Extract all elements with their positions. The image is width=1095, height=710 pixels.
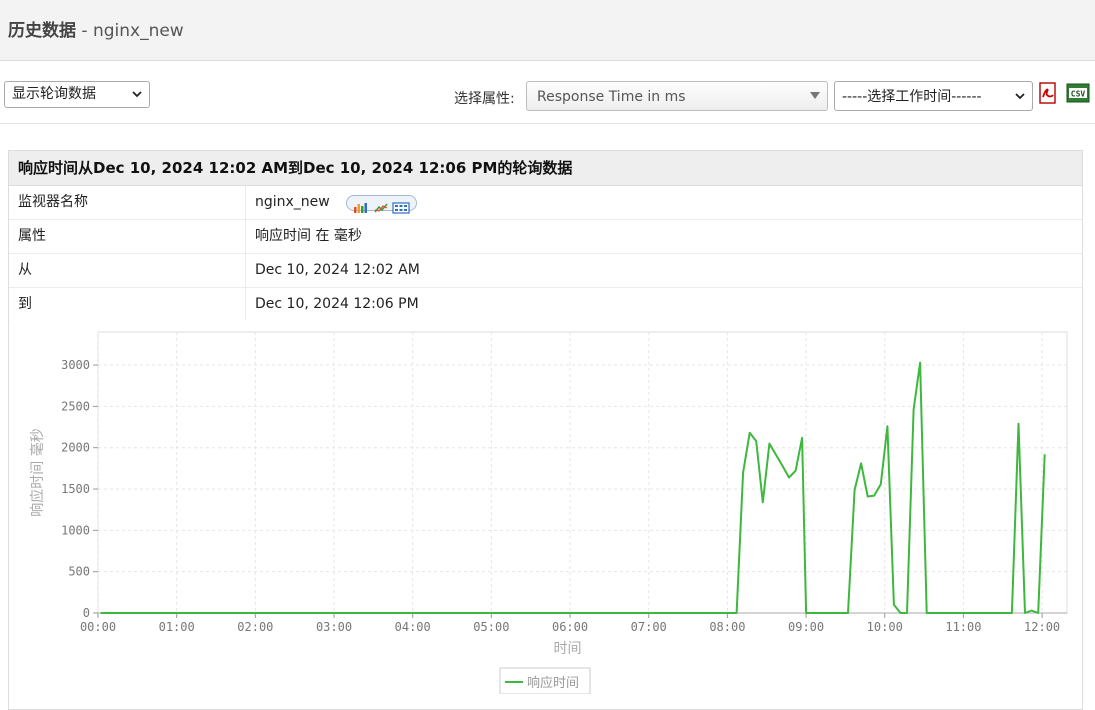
x-tick-label: 06:00 (552, 620, 588, 634)
x-tick-label: 10:00 (867, 620, 903, 634)
triangle-down-icon (809, 82, 821, 123)
y-axis-label: 响应时间 毫秒 (29, 428, 46, 516)
x-tick-label: 05:00 (473, 620, 509, 634)
y-tick-label: 1500 (61, 482, 90, 496)
page-title-monitor: nginx_new (92, 21, 184, 41)
info-row-monitor-name: 监视器名称 nginx_new (9, 186, 1082, 220)
view-mode-select[interactable]: 显示轮询数据 (4, 81, 150, 108)
page-title: 历史数据 - nginx_new (8, 16, 184, 41)
info-row-to: 到 Dec 10, 2024 12:06 PM (9, 288, 1082, 322)
x-tick-label: 02:00 (237, 620, 273, 634)
info-row-key: 监视器名称 (18, 194, 88, 210)
line-chart-icon (374, 203, 388, 213)
divider (245, 186, 246, 219)
y-tick-label: 500 (68, 565, 90, 579)
page-title-separator: - (76, 21, 93, 41)
pdf-icon[interactable] (1038, 82, 1058, 104)
x-tick-label: 09:00 (788, 620, 824, 634)
info-row-attribute: 属性 响应时间 在 毫秒 (9, 220, 1082, 254)
x-tick-label: 00:00 (80, 620, 116, 634)
y-tick-label: 3000 (61, 358, 90, 372)
x-tick-label: 07:00 (631, 620, 667, 634)
table-icon (392, 202, 410, 214)
info-row-value: 响应时间 在 毫秒 (255, 228, 362, 244)
y-tick-label: 2000 (61, 441, 90, 455)
page-title-prefix: 历史数据 (8, 21, 76, 41)
x-tick-label: 03:00 (316, 620, 352, 634)
info-row-value: Dec 10, 2024 12:06 PM (255, 296, 419, 312)
chart-canvas: 0 500 1000 1500 2000 2500 3000 00:00 01:00 02:00… (10, 320, 1082, 695)
x-tick-label: 04:00 (395, 620, 431, 634)
info-row-from: 从 Dec 10, 2024 12:02 AM (9, 254, 1082, 288)
chevron-down-icon (1014, 82, 1026, 122)
info-row-key: 从 (18, 262, 32, 278)
divider (245, 288, 246, 321)
x-axis-label: 时间 (554, 641, 582, 657)
chart-legend: 响应时间 (499, 667, 591, 695)
info-row-key: 到 (18, 296, 32, 312)
view-mode-select-value: 显示轮询数据 (12, 86, 96, 102)
info-row-value: nginx_new (255, 194, 330, 210)
business-hours-select[interactable]: -----选择工作时间------ (834, 81, 1033, 111)
svg-text:CSV: CSV (1071, 90, 1086, 99)
divider (245, 220, 246, 253)
report-links[interactable] (346, 195, 417, 214)
x-tick-label: 11:00 (945, 620, 981, 634)
panel-title: 响应时间从Dec 10, 2024 12:02 AM到Dec 10, 2024 … (9, 151, 1082, 186)
chevron-down-icon (131, 82, 143, 116)
attribute-label: 选择属性: (454, 91, 515, 107)
response-time-chart: 0 500 1000 1500 2000 2500 3000 00:00 01:00 02:00… (10, 320, 1082, 695)
x-tick-label: 12:00 (1024, 620, 1060, 634)
attribute-select[interactable]: Response Time in ms (526, 81, 828, 111)
x-tick-label: 08:00 (709, 620, 745, 634)
info-row-key: 属性 (18, 228, 46, 244)
divider (245, 254, 246, 287)
business-hours-select-value: -----选择工作时间------ (842, 89, 982, 105)
info-row-value: Dec 10, 2024 12:02 AM (255, 262, 420, 278)
y-tick-label: 1000 (61, 523, 90, 537)
csv-icon[interactable]: CSV (1066, 83, 1090, 103)
title-bar: 历史数据 - nginx_new (0, 0, 1095, 61)
y-tick-label: 2500 (61, 399, 90, 413)
legend-label: 响应时间 (527, 675, 579, 691)
bar-chart-icon (354, 203, 367, 213)
x-tick-label: 01:00 (159, 620, 195, 634)
attribute-select-value: Response Time in ms (537, 89, 686, 105)
y-tick-label: 0 (83, 606, 90, 620)
